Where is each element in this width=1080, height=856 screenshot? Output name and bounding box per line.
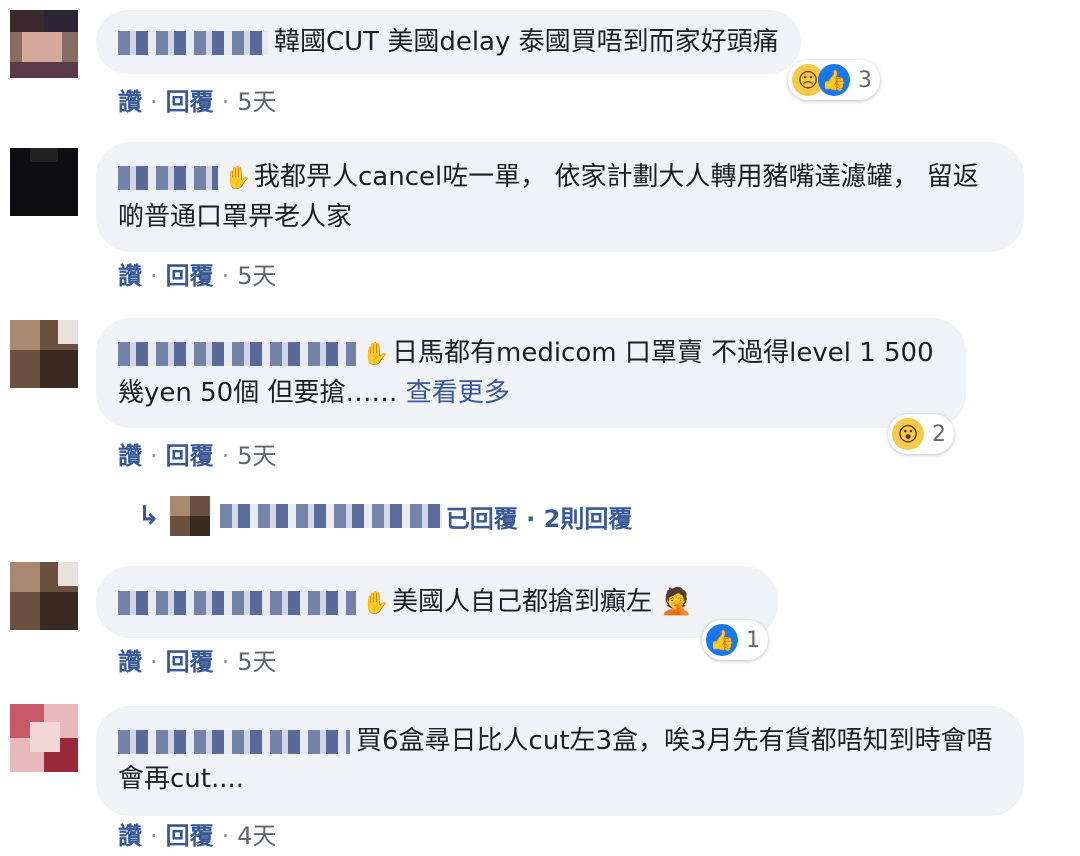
reaction-summary[interactable]: 👍 1: [702, 620, 768, 660]
separator: ·: [150, 442, 158, 470]
like-icon: 👍: [706, 624, 738, 656]
reply-link[interactable]: 回覆: [166, 88, 214, 116]
separator: ·: [221, 262, 230, 290]
reaction-summary[interactable]: 😮 2: [888, 414, 954, 454]
wave-icon: ✋: [224, 166, 252, 191]
comment-bubble: 買6盒尋日比人cut左3盒，唉3月先有貨都唔知到時會唔會再cut....: [96, 706, 1024, 816]
separator: ·: [150, 648, 158, 676]
reaction-count: 1: [746, 627, 760, 653]
separator: ·: [221, 822, 230, 850]
commenter-name[interactable]: [118, 30, 268, 55]
separator: ·: [150, 822, 158, 850]
separator: ·: [221, 648, 230, 676]
like-icon: 👍: [818, 64, 850, 96]
timestamp[interactable]: 5天: [237, 648, 276, 676]
timestamp[interactable]: 5天: [237, 262, 276, 290]
reaction-summary[interactable]: ☹ 👍 3: [788, 60, 880, 100]
separator: ·: [221, 442, 230, 470]
commenter-name[interactable]: [118, 729, 350, 754]
commenter-name[interactable]: [118, 590, 356, 615]
timestamp[interactable]: 4天: [237, 822, 276, 850]
comment-text: 韓國CUT 美國delay 泰國買唔到而家好頭痛: [274, 27, 779, 57]
comment-actions: 讚 · 回覆 · 5天: [118, 82, 277, 117]
reply-link[interactable]: 回覆: [166, 822, 214, 850]
comment-bubble: 韓國CUT 美國delay 泰國買唔到而家好頭痛: [96, 10, 801, 74]
like-link[interactable]: 讚: [118, 88, 142, 116]
wave-icon: ✋: [362, 342, 390, 367]
comment-actions: 讚 · 回覆 · 5天: [118, 642, 277, 677]
comment-bubble: ✋我都畀人cancel咗一單， 依家計劃大人轉用豬嘴達濾罐， 留返啲普通口罩畀老…: [96, 142, 1024, 252]
avatar[interactable]: [10, 148, 78, 216]
replier-name: [219, 504, 442, 528]
separator: ·: [150, 262, 158, 290]
timestamp[interactable]: 5天: [237, 442, 276, 470]
wave-icon: ✋: [362, 591, 390, 616]
view-replies-link[interactable]: ↳ 已回覆 · 2則回覆: [138, 496, 632, 536]
like-link[interactable]: 讚: [118, 822, 142, 850]
reply-link[interactable]: 回覆: [166, 262, 214, 290]
commenter-name[interactable]: [118, 165, 218, 190]
like-link[interactable]: 讚: [118, 442, 142, 470]
separator: ·: [150, 88, 158, 116]
reaction-count: 2: [932, 421, 946, 447]
reaction-count: 3: [858, 67, 872, 93]
commenter-name[interactable]: [118, 341, 356, 366]
separator: ·: [221, 88, 230, 116]
like-link[interactable]: 讚: [118, 648, 142, 676]
avatar[interactable]: [10, 562, 78, 630]
see-more-link[interactable]: 查看更多: [406, 378, 510, 408]
avatar: [169, 496, 210, 536]
reply-link[interactable]: 回覆: [166, 442, 214, 470]
timestamp[interactable]: 5天: [237, 88, 276, 116]
wow-icon: 😮: [892, 418, 924, 450]
comment-actions: 讚 · 回覆 · 5天: [118, 256, 277, 291]
like-link[interactable]: 讚: [118, 262, 142, 290]
avatar[interactable]: [10, 10, 78, 78]
comment-bubble: ✋日馬都有medicom 口罩賣 不過得level 1 500幾yen 50個 …: [96, 318, 966, 428]
comment-text: 美國人自己都搶到癲左 🤦: [392, 587, 693, 617]
avatar[interactable]: [10, 320, 78, 388]
reply-summary-label: 已回覆 · 2則回覆: [445, 504, 633, 533]
reply-arrow-icon: ↳: [138, 501, 160, 531]
comment-actions: 讚 · 回覆 · 4天: [118, 816, 277, 851]
reply-link[interactable]: 回覆: [166, 648, 214, 676]
avatar[interactable]: [10, 704, 78, 772]
comment-actions: 讚 · 回覆 · 5天: [118, 436, 277, 471]
comment-bubble: ✋美國人自己都搶到癲左 🤦: [96, 566, 778, 638]
